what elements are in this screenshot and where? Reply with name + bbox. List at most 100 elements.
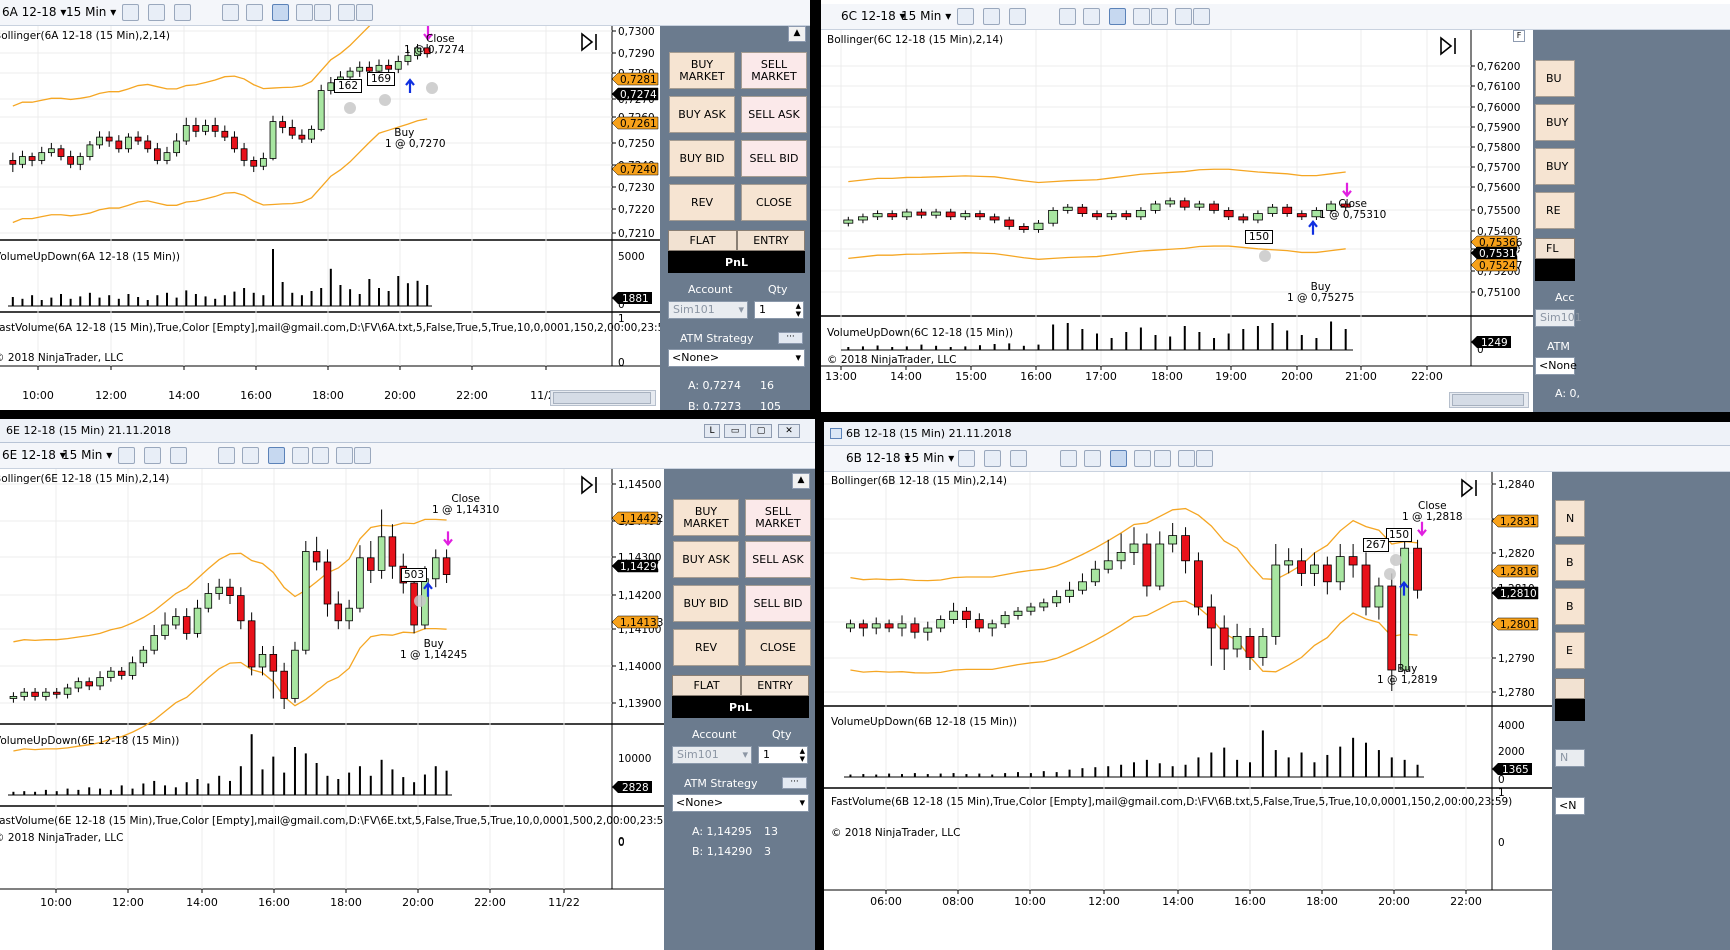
- close-position-button[interactable]: CLOSE: [741, 184, 807, 221]
- buy-market-button[interactable]: BUY MARKET: [669, 52, 735, 89]
- indicator-icon[interactable]: [170, 447, 187, 464]
- bar-type-icon[interactable]: [122, 4, 139, 21]
- data-series-icon[interactable]: [292, 447, 309, 464]
- sell-market-button[interactable]: SELL MARKET: [741, 52, 807, 89]
- quantity-stepper[interactable]: 1 ▲ ▼: [754, 301, 804, 319]
- drawing-tool-icon[interactable]: [984, 450, 1001, 467]
- strategy-icon[interactable]: [1154, 450, 1171, 467]
- sell-ask-button[interactable]: SELL ASK: [745, 541, 811, 578]
- chart-area[interactable]: 1,145001,144001,143001,142001,141001,140…: [0, 469, 664, 950]
- indicator-icon[interactable]: [1009, 8, 1026, 25]
- sell-bid-button[interactable]: SELL BID: [741, 140, 807, 177]
- snapshot-icon[interactable]: [356, 4, 373, 21]
- scrollbar-thumb[interactable]: [553, 392, 651, 404]
- horizontal-scrollbar[interactable]: [550, 390, 656, 406]
- strategy-icon[interactable]: [1151, 8, 1168, 25]
- atm-strategy-select[interactable]: <None> ▾: [672, 794, 809, 812]
- atm-strategy-button[interactable]: ···: [778, 332, 803, 344]
- atm-strategy-select[interactable]: <N: [1555, 797, 1585, 815]
- minimize-button[interactable]: ▭: [724, 424, 746, 438]
- instrument-selector[interactable]: 6C 12-18 ▾: [841, 9, 906, 23]
- collapse-panel-button[interactable]: ▲: [788, 26, 806, 42]
- interval-selector[interactable]: 15 Min ▾: [66, 5, 116, 19]
- reverse-button[interactable]: REV: [673, 629, 739, 666]
- atm-strategy-select[interactable]: <None: [1535, 357, 1577, 375]
- reverse-button[interactable]: REV: [669, 184, 735, 221]
- reverse-button[interactable]: RE: [1535, 192, 1575, 229]
- indicator-icon[interactable]: [174, 4, 191, 21]
- strategy-icon[interactable]: [312, 447, 329, 464]
- zoom-icon[interactable]: [1083, 8, 1100, 25]
- pointer-icon[interactable]: [218, 447, 235, 464]
- zoom-icon[interactable]: [1084, 450, 1101, 467]
- data-series-icon[interactable]: [296, 4, 313, 21]
- reverse-button[interactable]: E: [1555, 632, 1585, 669]
- buy-ask-button[interactable]: BUY: [1535, 104, 1575, 141]
- scrollbar-thumb[interactable]: [1452, 394, 1524, 406]
- bar-type-icon[interactable]: [118, 447, 135, 464]
- sell-market-button[interactable]: SELL MARKET: [745, 499, 811, 536]
- link-button[interactable]: L: [704, 424, 720, 438]
- account-select[interactable]: N: [1555, 749, 1585, 767]
- drawing-tool-icon[interactable]: [144, 447, 161, 464]
- buy-bid-button[interactable]: B: [1555, 588, 1585, 625]
- buy-bid-button[interactable]: BUY BID: [673, 585, 739, 622]
- bar-type-icon[interactable]: [958, 450, 975, 467]
- window-titlebar[interactable]: 6E 12-18 (15 Min) 21.11.2018 L ▭ ▢ ✕: [0, 419, 815, 443]
- account-select[interactable]: Sim101 ▾: [668, 301, 748, 319]
- snapshot-icon[interactable]: [1196, 450, 1213, 467]
- properties-icon[interactable]: [1178, 450, 1195, 467]
- data-series-icon[interactable]: [1134, 450, 1151, 467]
- pointer-icon[interactable]: [1060, 450, 1077, 467]
- maximize-button[interactable]: ▢: [750, 424, 772, 438]
- chart-trader-icon[interactable]: [1110, 450, 1127, 467]
- panel-toggle-button[interactable]: F: [1513, 30, 1525, 42]
- properties-icon[interactable]: [1175, 8, 1192, 25]
- buy-market-button[interactable]: BU: [1535, 60, 1575, 97]
- close-window-button[interactable]: ✕: [778, 424, 800, 438]
- chart-trader-icon[interactable]: [1109, 8, 1126, 25]
- interval-selector[interactable]: 15 Min ▾: [904, 451, 954, 465]
- snapshot-icon[interactable]: [354, 447, 371, 464]
- chart-area[interactable]: 1,28401,28301,28201,28101,28001,27901,27…: [824, 472, 1552, 950]
- properties-icon[interactable]: [338, 4, 355, 21]
- drawing-tool-icon[interactable]: [983, 8, 1000, 25]
- data-series-icon[interactable]: [1133, 8, 1150, 25]
- account-select[interactable]: Sim101 ▾: [672, 746, 752, 764]
- properties-icon[interactable]: [336, 447, 353, 464]
- atm-strategy-button[interactable]: ···: [782, 777, 807, 789]
- account-select[interactable]: Sim101: [1535, 309, 1582, 327]
- window-titlebar[interactable]: 6B 12-18 (15 Min) 21.11.2018: [824, 422, 1730, 446]
- chart-trader-icon[interactable]: [268, 447, 285, 464]
- strategy-icon[interactable]: [314, 4, 331, 21]
- buy-market-button[interactable]: BUY MARKET: [673, 499, 739, 536]
- buy-ask-button[interactable]: B: [1555, 544, 1585, 581]
- sell-bid-button[interactable]: SELL BID: [745, 585, 811, 622]
- horizontal-scrollbar[interactable]: [1449, 392, 1529, 408]
- buy-ask-button[interactable]: BUY ASK: [669, 96, 735, 133]
- bar-type-icon[interactable]: [957, 8, 974, 25]
- buy-bid-button[interactable]: BUY BID: [669, 140, 735, 177]
- interval-selector[interactable]: 15 Min ▾: [62, 448, 112, 462]
- instrument-selector[interactable]: 6A 12-18 ▾: [2, 5, 66, 19]
- pointer-icon[interactable]: [222, 4, 239, 21]
- buy-bid-button[interactable]: BUY: [1535, 148, 1575, 185]
- snapshot-icon[interactable]: [1193, 8, 1210, 25]
- zoom-icon[interactable]: [242, 447, 259, 464]
- instrument-selector[interactable]: 6E 12-18 ▾: [2, 448, 66, 462]
- buy-price: 1 @ 1,2819: [1377, 674, 1438, 686]
- collapse-panel-button[interactable]: ▲: [792, 473, 810, 489]
- instrument-selector[interactable]: 6B 12-18 ▾: [846, 451, 910, 465]
- indicator-icon[interactable]: [1010, 450, 1027, 467]
- quantity-stepper[interactable]: 1 ▲ ▼: [758, 746, 808, 764]
- interval-selector[interactable]: 15 Min ▾: [901, 9, 951, 23]
- atm-strategy-select[interactable]: <None> ▾: [668, 349, 805, 367]
- close-position-button[interactable]: CLOSE: [745, 629, 811, 666]
- buy-ask-button[interactable]: BUY ASK: [673, 541, 739, 578]
- buy-market-button[interactable]: N: [1555, 500, 1585, 537]
- zoom-icon[interactable]: [246, 4, 263, 21]
- pointer-icon[interactable]: [1059, 8, 1076, 25]
- drawing-tool-icon[interactable]: [148, 4, 165, 21]
- sell-ask-button[interactable]: SELL ASK: [741, 96, 807, 133]
- chart-trader-icon[interactable]: [272, 4, 289, 21]
